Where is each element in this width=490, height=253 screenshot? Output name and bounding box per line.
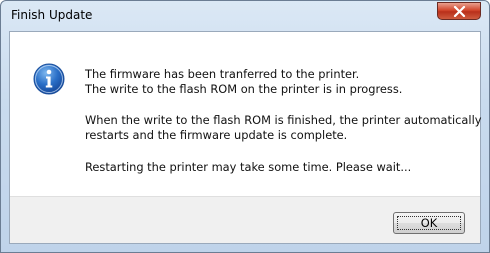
close-x-icon: [453, 6, 466, 17]
dialog-window: Finish Update The firmware has been tran…: [0, 0, 490, 253]
message-line-2: The write to the flash ROM on the printe…: [85, 82, 403, 96]
message-line-1: The firmware has been tranferred to the …: [85, 67, 360, 81]
message-line-4: restarts and the firmware update is comp…: [85, 128, 348, 142]
message-line-3: When the write to the flash ROM is finis…: [85, 113, 482, 127]
ok-button-label: OK: [420, 216, 438, 230]
message-area: The firmware has been tranferred to the …: [10, 32, 482, 196]
ok-button[interactable]: OK: [393, 212, 465, 234]
dialog-client-area: The firmware has been tranferred to the …: [9, 31, 482, 244]
information-icon: [33, 63, 65, 95]
window-title: Finish Update: [11, 8, 93, 22]
title-bar[interactable]: Finish Update: [1, 1, 489, 31]
button-bar: OK: [10, 196, 480, 243]
message-line-5: Restarting the printer may take some tim…: [85, 160, 412, 174]
close-button[interactable]: [437, 2, 481, 20]
